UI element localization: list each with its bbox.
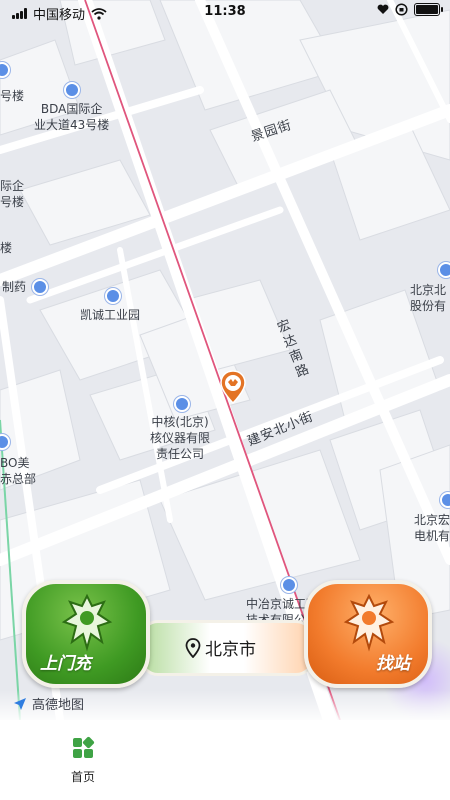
attribution-label: 高德地图 (32, 698, 85, 713)
poi-zhiyao-label[interactable]: 制药 (2, 279, 26, 295)
action-panel: 上门充 找站 北京市 (22, 580, 432, 690)
orientation-lock-icon (395, 3, 408, 16)
home-charging-label: 上门充 (40, 654, 91, 674)
navigation-arrow-icon (14, 697, 26, 710)
station-pin-icon[interactable] (220, 370, 246, 405)
poi-right-a-icon[interactable] (438, 262, 450, 278)
find-station-label: 找站 (376, 654, 410, 674)
city-label: 北京市 (205, 640, 256, 660)
find-station-button[interactable]: 找站 (304, 580, 432, 688)
poi-bo-label[interactable]: BO美 赤总部 (0, 455, 36, 487)
poi-zhonghe-icon[interactable] (174, 396, 190, 412)
home-grid-icon (73, 736, 95, 758)
poi-right-b-icon[interactable] (440, 492, 450, 508)
poi-kaicheng-icon[interactable] (105, 288, 121, 304)
tab-home-label: 首页 (70, 770, 95, 784)
poi-edge-b-label[interactable]: 际企 号楼 (0, 178, 24, 210)
status-bar: 11:38 中国移动 (0, 0, 450, 26)
heart-icon (377, 4, 389, 15)
wifi-icon (91, 7, 107, 20)
hero-orange-icon (343, 593, 395, 652)
poi-zhiyao-icon[interactable] (32, 279, 48, 295)
poi-right-b-label[interactable]: 北京宏 电机有 (414, 512, 450, 544)
hero-green-icon (61, 593, 113, 652)
location-pin-icon (185, 637, 201, 658)
poi-bda-icon[interactable] (64, 82, 80, 98)
poi-right-a-label[interactable]: 北京北 股份有 (410, 282, 446, 314)
poi-bda-label[interactable]: BDA国际企 业大道43号楼 (34, 101, 109, 133)
tab-home[interactable]: 首页 (58, 736, 108, 785)
signal-icon (12, 8, 27, 19)
home-charging-button[interactable]: 上门充 (22, 580, 150, 688)
poi-kaicheng-label[interactable]: 凯诚工业园 (80, 307, 140, 323)
poi-edge-a-label[interactable]: 号楼 (0, 88, 24, 104)
poi-edge-c-label[interactable]: 楼 (0, 240, 12, 256)
tab-bar: 首页 (0, 720, 450, 800)
map-attribution: 高德地图 (12, 694, 84, 713)
battery-icon (414, 3, 443, 16)
carrier-label: 中国移动 (33, 8, 86, 23)
app-screen: BDA国际企 业大道43号楼 凯诚工业园 中核(北京) 核仪器有限 责任公司 中… (0, 0, 450, 800)
city-selector[interactable]: 北京市 (185, 635, 256, 660)
poi-zhonghe-label[interactable]: 中核(北京) 核仪器有限 责任公司 (150, 414, 210, 462)
